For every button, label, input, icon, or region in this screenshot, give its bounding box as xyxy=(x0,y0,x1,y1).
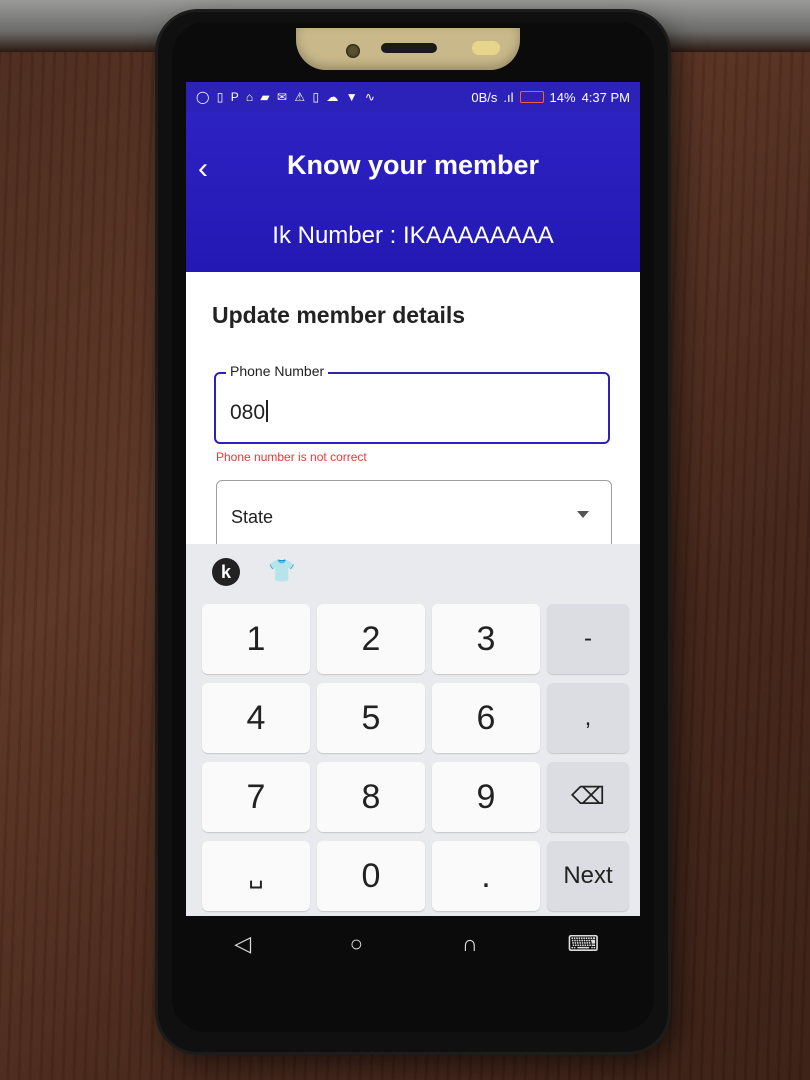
key-minus[interactable]: - xyxy=(547,604,629,674)
key-space[interactable]: ␣ xyxy=(202,841,310,911)
earpiece-speaker xyxy=(381,43,437,53)
numeric-keyboard: k 👕 1 2 3 - 4 5 6 , 7 8 9 ⌫ ␣ 0 . Next xyxy=(186,544,640,916)
app-bar: ‹ Know your member Ik Number : IKAAAAAAA… xyxy=(186,112,640,272)
nav-recents-icon[interactable]: ∩ xyxy=(450,931,490,957)
phone-number-label: Phone Number xyxy=(226,363,329,379)
key-7[interactable]: 7 xyxy=(202,762,310,832)
system-nav-bar: ◁ ○ ∩ ⌨ xyxy=(186,916,640,972)
phone-screen: ◯ ▯ P ⌂ ▰ ✉ ⚠ ▯ ☁ ▼ ∿ 0B/s .ıl 14% 4:37 … xyxy=(186,82,640,916)
key-period[interactable]: . xyxy=(432,841,540,911)
chevron-down-icon xyxy=(577,511,589,518)
next-button[interactable]: Next xyxy=(547,841,629,911)
phone-error-message: Phone number is not correct xyxy=(216,450,367,464)
keyboard-switch-icon[interactable]: ⌨ xyxy=(563,931,603,957)
key-comma[interactable]: , xyxy=(547,683,629,753)
key-9[interactable]: 9 xyxy=(432,762,540,832)
text-caret xyxy=(266,400,269,422)
backspace-icon[interactable]: ⌫ xyxy=(547,762,629,832)
nav-back-icon[interactable]: ◁ xyxy=(223,931,263,957)
battery-icon xyxy=(519,91,544,103)
battery-percent: 14% xyxy=(549,89,576,105)
front-camera-icon xyxy=(346,44,360,58)
clock: 4:37 PM xyxy=(581,89,630,105)
key-4[interactable]: 4 xyxy=(202,683,310,753)
front-flash xyxy=(472,41,500,55)
key-2[interactable]: 2 xyxy=(317,604,425,674)
key-3[interactable]: 3 xyxy=(432,604,540,674)
signal-icon: .ıl xyxy=(503,89,514,105)
state-dropdown[interactable]: State xyxy=(216,480,612,550)
notification-icons: ◯ ▯ P ⌂ ▰ ✉ ⚠ ▯ ☁ ▼ ∿ xyxy=(196,90,377,104)
status-bar: ◯ ▯ P ⌂ ▰ ✉ ⚠ ▯ ☁ ▼ ∿ 0B/s .ıl 14% 4:37 … xyxy=(186,82,640,112)
ik-number: Ik Number : IKAAAAAAAA xyxy=(272,222,554,249)
key-8[interactable]: 8 xyxy=(317,762,425,832)
key-0[interactable]: 0 xyxy=(317,841,425,911)
phone-number-value: 080 xyxy=(230,401,266,424)
keyboard-toolbar: k 👕 xyxy=(186,544,640,600)
state-label: State xyxy=(231,507,274,527)
nav-home-icon[interactable]: ○ xyxy=(336,931,376,957)
phone-number-input[interactable]: 080 xyxy=(230,400,269,425)
key-1[interactable]: 1 xyxy=(202,604,310,674)
page-title: Know your member xyxy=(286,150,540,180)
key-5[interactable]: 5 xyxy=(317,683,425,753)
form-title: Update member details xyxy=(212,302,466,328)
keyboard-logo-icon[interactable]: k xyxy=(212,558,240,586)
network-speed: 0B/s xyxy=(471,89,498,105)
status-right: 0B/s .ıl 14% 4:37 PM xyxy=(471,90,630,105)
phone-number-field[interactable]: Phone Number 080 xyxy=(214,363,610,444)
theme-icon[interactable]: 👕 xyxy=(268,558,295,584)
key-6[interactable]: 6 xyxy=(432,683,540,753)
